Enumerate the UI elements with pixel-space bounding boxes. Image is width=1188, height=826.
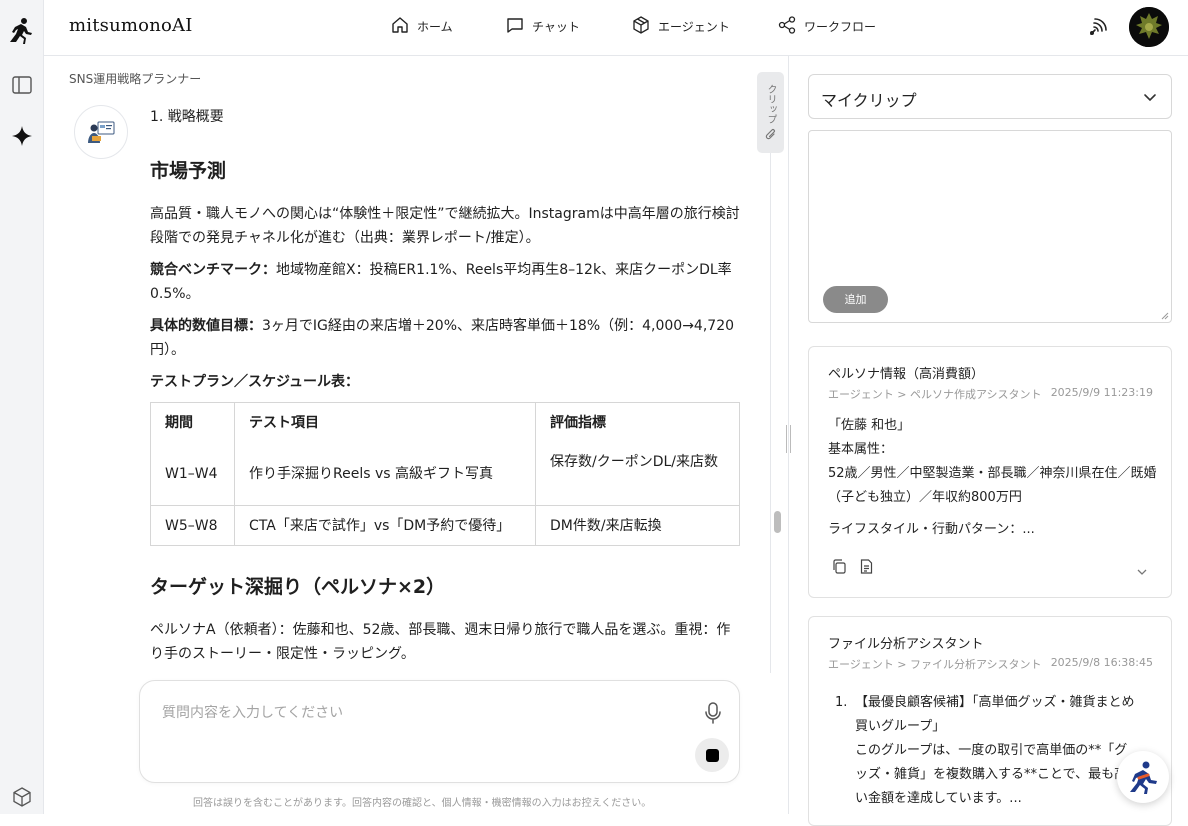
- paperclip-icon: [765, 128, 775, 139]
- brand-name[interactable]: mitsumonoAI: [69, 15, 193, 36]
- document-icon[interactable]: [860, 559, 873, 578]
- table-header-row: 期間 W1–W4 テスト項目 作り手深掘りReels vs 高級ギフト写真 評価…: [150, 402, 740, 506]
- scrollbar-thumb[interactable]: [774, 511, 781, 533]
- card-body: 1. 【最優良顧客候補】「高単価グッズ・雑貨まとめ買いグループ」 このグループは…: [835, 691, 1135, 811]
- question-input[interactable]: 質問内容を入力してください: [139, 680, 740, 783]
- card-title: ファイル分析アシスタント: [828, 637, 984, 652]
- chevron-down-icon: [1144, 94, 1156, 102]
- chat-scrollbar[interactable]: [770, 73, 785, 673]
- workflow-icon: [778, 16, 796, 37]
- nav-workflow[interactable]: ワークフロー: [778, 16, 876, 37]
- card-line: このグループは、一度の取引で高単価の**「グッズ・雑貨」を複数購入する**ことで…: [855, 743, 1128, 806]
- card-line: ライフスタイル・行動パターン：...: [828, 522, 1035, 537]
- resize-handle[interactable]: [786, 425, 791, 453]
- table-header: テスト項目 作り手深掘りReels vs 高級ギフト写真: [234, 402, 536, 506]
- user-avatar[interactable]: [1129, 7, 1169, 47]
- card-line: 【最優良顧客候補】「高単価グッズ・雑貨まとめ買いグループ」: [855, 695, 1135, 734]
- heading-persona: ターゲット深掘り（ペルソナ×2）: [150, 576, 446, 598]
- card-line: 「佐藤 和也」: [828, 418, 911, 433]
- table-row: W5–W8 CTA「来店で試作」vs「DM予約で優待」 DM件数/来店転換: [150, 505, 740, 546]
- card-line: 52歳／男性／中堅製造業・部長職／神奈川県在住／既婚（子ども独立）／年収約800…: [828, 466, 1157, 505]
- table-header: 期間 W1–W4: [150, 402, 235, 506]
- paragraph-competitor: 競合ベンチマーク：地域物産館X：投稿ER1.1%、Reels平均再生8–12k、…: [150, 258, 740, 306]
- card-meta: エージェント > ファイル分析アシスタント: [828, 658, 1042, 671]
- clip-select[interactable]: マイクリップ: [808, 74, 1172, 119]
- table-cell: CTA「来店で試作」vs「DM予約で優待」: [234, 505, 536, 546]
- assistant-fab[interactable]: [1117, 751, 1169, 803]
- input-placeholder: 質問内容を入力してください: [162, 705, 344, 721]
- copy-icon[interactable]: [832, 559, 846, 578]
- clip-card[interactable]: ペルソナ情報（高消費額） エージェント > ペルソナ作成アシスタント 2025/…: [808, 346, 1172, 598]
- competitor-label: 競合ベンチマーク：: [150, 262, 276, 278]
- table-cell: W1–W4: [165, 466, 218, 482]
- paragraph-persona: ペルソナA（依頼者）：佐藤和也、52歳、部長職、週末日帰り旅行で職人品を選ぶ。重…: [150, 622, 731, 662]
- nav-chat-label: チャット: [532, 20, 580, 34]
- nav-home-label: ホーム: [417, 20, 453, 34]
- clip-tab[interactable]: クリップ: [757, 72, 784, 153]
- runner-icon: [1130, 761, 1157, 794]
- voice-icon[interactable]: [1087, 16, 1109, 42]
- left-rail: [0, 0, 44, 814]
- card-date: 2025/9/9 11:23:19: [1050, 386, 1153, 399]
- table-cell: DM件数/来店転換: [535, 505, 740, 546]
- breadcrumb[interactable]: SNS運用戦略プランナー: [69, 70, 201, 87]
- clip-tab-label: クリップ: [765, 83, 776, 124]
- chevron-down-icon[interactable]: [1136, 562, 1148, 581]
- table-cell: W5–W8: [150, 505, 235, 546]
- nav-agent-label: エージェント: [658, 20, 730, 34]
- disclaimer: 回答は誤りを含むことがあります。回答内容の確認と、個人情報・機密情報の入力はお控…: [193, 798, 652, 809]
- table-cell: 保存数/クーポンDL/来店数: [550, 454, 719, 470]
- sparkle-icon[interactable]: [9, 123, 35, 149]
- nav-chat[interactable]: チャット: [506, 16, 580, 37]
- mic-icon[interactable]: [703, 701, 723, 725]
- top-header: mitsumonoAI ホーム チャット エージェント ワークフロー: [44, 0, 1188, 56]
- list-number: 1.: [835, 695, 848, 710]
- resize-grip-icon[interactable]: [1161, 312, 1169, 320]
- sidebar-toggle-icon[interactable]: [9, 72, 35, 98]
- stop-button[interactable]: [695, 738, 729, 772]
- section-intro: 1. 戦略概要: [150, 109, 224, 125]
- testplan-label: テストプラン／スケジュール表：: [150, 374, 360, 390]
- table-cell: 作り手深掘りReels vs 高級ギフト写真: [249, 466, 493, 482]
- card-line: 基本属性：: [828, 442, 894, 457]
- nav-agent[interactable]: エージェント: [632, 16, 730, 37]
- heading-market: 市場予測: [150, 160, 227, 182]
- target-label: 具体的数値目標：: [150, 318, 262, 334]
- card-title: ペルソナ情報（高消費額）: [828, 367, 985, 382]
- paragraph-market: 高品質・職人モノへの関心は“体験性＋限定性”で継続拡大。Instagramは中高…: [150, 206, 740, 246]
- test-plan-table: 期間 W1–W4 テスト項目 作り手深掘りReels vs 高級ギフト写真 評価…: [150, 402, 740, 546]
- home-icon: [391, 16, 409, 37]
- table-header: 評価指標 保存数/クーポンDL/来店数: [535, 402, 740, 506]
- runner-logo-icon[interactable]: [9, 17, 35, 44]
- card-body: 「佐藤 和也」 基本属性： 52歳／男性／中堅製造業・部長職／神奈川県在住／既婚…: [828, 414, 1158, 542]
- agent-icon: [632, 16, 650, 37]
- chat-icon: [506, 16, 524, 37]
- cube-icon[interactable]: [9, 784, 35, 810]
- add-button[interactable]: 追加: [823, 286, 888, 313]
- card-date: 2025/9/8 16:38:45: [1050, 656, 1153, 669]
- nav-workflow-label: ワークフロー: [804, 20, 877, 34]
- clip-card[interactable]: ファイル分析アシスタント エージェント > ファイル分析アシスタント 2025/…: [808, 616, 1172, 826]
- paragraph-target: 具体的数値目標：3ヶ月でIG経由の来店増＋20%、来店時客単価＋18%（例：4,…: [150, 314, 740, 362]
- assistant-avatar: [74, 105, 128, 159]
- clip-select-value: マイクリップ: [821, 91, 917, 110]
- stop-icon: [705, 748, 719, 762]
- card-meta: エージェント > ペルソナ作成アシスタント: [828, 388, 1042, 401]
- nav-home[interactable]: ホーム: [391, 16, 453, 37]
